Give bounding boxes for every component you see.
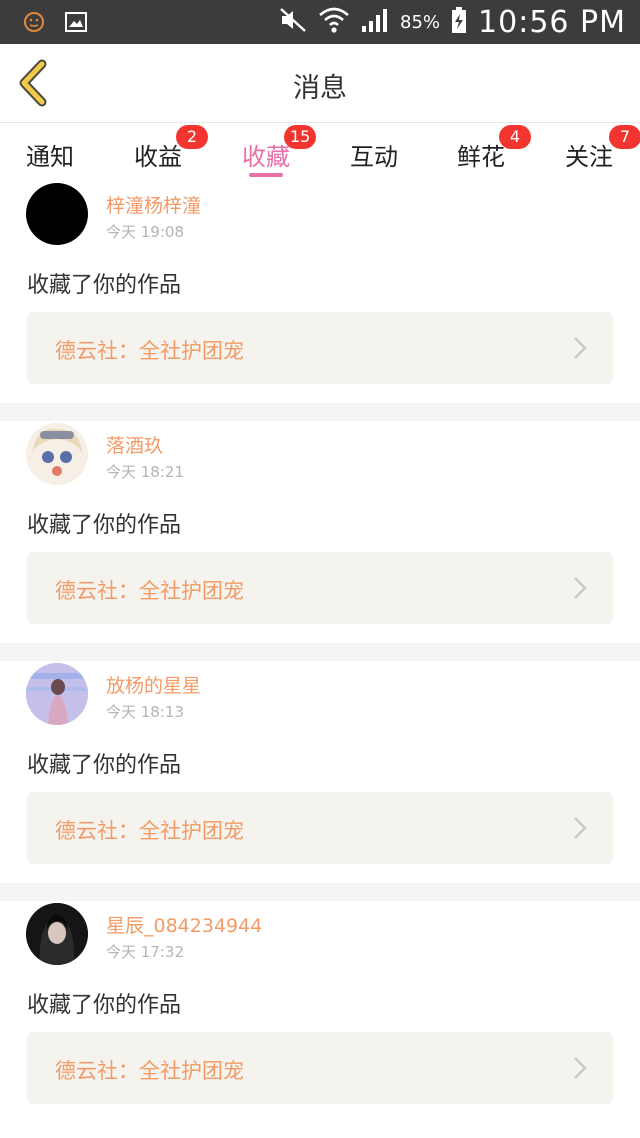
- work-title: 德云社：全社护团宠: [55, 819, 244, 843]
- status-bar: 85% 10:56 PM: [0, 0, 640, 44]
- chevron-right-icon: [574, 577, 587, 599]
- tab-interactions[interactable]: 互动: [320, 133, 428, 181]
- mute-icon: [278, 6, 308, 38]
- tab-flowers[interactable]: 鲜花 4: [427, 125, 535, 181]
- work-link[interactable]: 德云社：全社护团宠: [27, 552, 613, 624]
- avatar[interactable]: [26, 423, 88, 485]
- action-text: 收藏了你的作品: [27, 513, 182, 538]
- avatar[interactable]: [26, 183, 88, 245]
- work-link[interactable]: 德云社：全社护团宠: [27, 1032, 613, 1104]
- username[interactable]: 梓潼杨梓潼: [106, 191, 201, 218]
- list-item: 星辰_084234944 今天 17:32 收藏了你的作品 德云社：全社护团宠: [0, 901, 640, 1123]
- divider: [0, 883, 640, 901]
- page-title: 消息: [293, 73, 347, 104]
- action-text: 收藏了你的作品: [27, 993, 182, 1018]
- tab-label: 通知: [26, 143, 74, 171]
- message-list: 梓潼杨梓潼 今天 19:08 收藏了你的作品 德云社：全社护团宠 落酒玖 今天 …: [0, 181, 640, 1123]
- timestamp: 今天 19:08: [106, 223, 184, 241]
- avatar[interactable]: [26, 663, 88, 725]
- list-item: 放杨的星星 今天 18:13 收藏了你的作品 德云社：全社护团宠: [0, 661, 640, 883]
- tab-bar: 通知 收益 2 收藏 15 互动 鲜花 4 关注 7: [0, 123, 640, 181]
- active-tab-indicator: [249, 173, 283, 177]
- work-title: 德云社：全社护团宠: [55, 579, 244, 603]
- badge: 15: [284, 125, 317, 149]
- tab-label: 互动: [350, 143, 398, 171]
- username[interactable]: 落酒玖: [106, 431, 163, 458]
- tab-label: 收藏: [242, 143, 290, 171]
- work-link[interactable]: 德云社：全社护团宠: [27, 792, 613, 864]
- username[interactable]: 星辰_084234944: [106, 911, 262, 938]
- chevron-right-icon: [574, 337, 587, 359]
- tab-label: 收益: [134, 143, 182, 171]
- list-item: 落酒玖 今天 18:21 收藏了你的作品 德云社：全社护团宠: [0, 421, 640, 643]
- gallery-icon: [64, 10, 88, 34]
- divider: [0, 643, 640, 661]
- list-item: 梓潼杨梓潼 今天 19:08 收藏了你的作品 德云社：全社护团宠: [0, 181, 640, 403]
- badge: 2: [176, 125, 208, 149]
- username[interactable]: 放杨的星星: [106, 671, 201, 698]
- battery-icon: [450, 6, 468, 38]
- battery-percent: 85%: [400, 11, 441, 33]
- work-link[interactable]: 德云社：全社护团宠: [27, 312, 613, 384]
- action-text: 收藏了你的作品: [27, 273, 182, 298]
- signal-icon: [360, 6, 390, 38]
- tab-label: 关注: [565, 143, 613, 171]
- notification-face-icon: [22, 10, 46, 34]
- clock: 10:56 PM: [478, 4, 626, 40]
- header: 消息: [0, 44, 640, 123]
- timestamp: 今天 18:21: [106, 463, 184, 481]
- chevron-right-icon: [574, 1057, 587, 1079]
- tab-label: 鲜花: [457, 143, 505, 171]
- timestamp: 今天 18:13: [106, 703, 184, 721]
- badge: 4: [499, 125, 531, 149]
- avatar[interactable]: [26, 903, 88, 965]
- work-title: 德云社：全社护团宠: [55, 1059, 244, 1083]
- badge: 7: [609, 125, 640, 149]
- tab-notifications[interactable]: 通知: [0, 133, 104, 181]
- tab-earnings[interactable]: 收益 2: [104, 125, 212, 181]
- wifi-icon: [318, 5, 350, 39]
- tab-follows[interactable]: 关注 7: [535, 125, 640, 181]
- timestamp: 今天 17:32: [106, 943, 184, 961]
- work-title: 德云社：全社护团宠: [55, 339, 244, 363]
- action-text: 收藏了你的作品: [27, 753, 182, 778]
- chevron-right-icon: [574, 817, 587, 839]
- divider: [0, 403, 640, 421]
- tab-favorites[interactable]: 收藏 15: [212, 125, 320, 181]
